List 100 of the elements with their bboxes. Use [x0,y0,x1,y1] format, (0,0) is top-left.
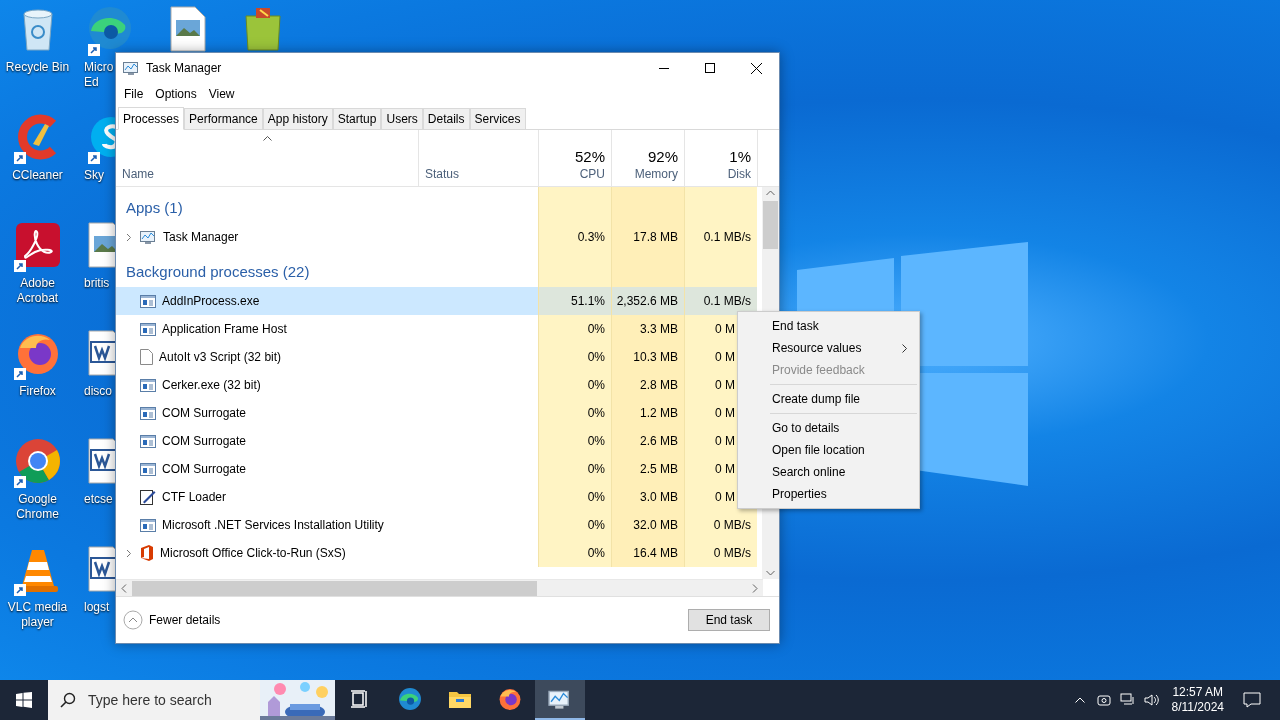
process-row[interactable]: Microsoft .NET Services Installation Utility [116,511,418,539]
icon-label: Sky [83,168,104,183]
usage-percent: 1% [729,148,751,165]
word-document-icon[interactable] [88,438,115,484]
folder-icon [448,689,472,709]
image-file-icon[interactable] [169,6,206,52]
process-name: AddInProcess.exe [162,294,260,308]
table-cell: 0.3% [538,223,611,251]
table-cell: 3.3 MB [611,315,684,343]
image-file-icon[interactable] [88,222,115,268]
icon-label: Micro [83,60,114,75]
column-header[interactable]: Status [425,167,460,181]
table-cell: 0% [538,427,611,455]
table-cell: 16.4 MB [611,539,684,567]
column-header[interactable]: Disk [727,167,751,181]
scrollbar-thumb[interactable] [763,201,778,249]
group-heading: Apps (1) [125,197,184,216]
table-cell: 0% [538,511,611,539]
table-cell: 0% [538,343,611,371]
icon-label: Acrobat [16,291,59,306]
end-task-button[interactable]: End task [688,609,770,631]
tab[interactable]: Services [469,108,526,129]
table-cell: 1.2 MB [611,399,684,427]
expand-chevron-icon[interactable] [126,548,132,558]
process-row[interactable]: COM Surrogate [116,427,418,455]
taskbar-button[interactable] [535,680,585,720]
word-document-icon[interactable] [88,546,115,592]
menu-item[interactable]: Options [149,87,203,101]
process-name: CTF Loader [162,490,227,504]
process-row[interactable]: AutoIt v3 Script (32 bit) [116,343,418,371]
acrobat-icon[interactable] [14,222,61,268]
monitor-chart-icon [548,688,572,710]
tab[interactable]: Performance [184,108,263,129]
tab[interactable]: Users [381,108,423,129]
icon-label: Google [18,492,57,507]
minimize-icon[interactable] [659,67,669,69]
icon-label: etcse [83,492,113,507]
webcam-icon[interactable] [1096,693,1111,707]
table-cell: 0 MB/s [684,539,757,567]
scrollbar-thumb[interactable] [132,580,537,596]
icon-label: player [21,615,54,630]
menu-item[interactable]: File [118,87,150,101]
table-cell: 0 MB/s [684,511,757,539]
column-header[interactable]: Memory [634,167,678,181]
icon-label: Chrome [16,507,59,522]
sort-caret-icon[interactable] [262,136,272,141]
table-cell: 0% [538,399,611,427]
monitor-chart-icon [123,60,140,76]
table-cell: 0% [538,483,611,511]
icon-label: Firefox [19,384,56,399]
table-cell: 10.3 MB [611,343,684,371]
process-name: Application Frame Host [162,322,287,336]
process-name: Cerker.exe (32 bit) [162,378,261,392]
table-cell: 2.8 MB [611,371,684,399]
tab[interactable]: Startup [332,108,382,129]
search-icon [60,692,76,708]
chrome-icon[interactable] [14,438,61,484]
menu-item[interactable]: View [202,87,241,101]
search-field[interactable]: Type here to search [48,680,260,720]
edge-icon [398,687,422,711]
tab[interactable]: Processes [118,107,185,130]
table-cell: 0% [538,371,611,399]
process-row[interactable]: Microsoft Office Click-to-Run (SxS) [116,539,418,567]
table-cell: 0.1 MB/s [684,287,757,315]
maximize-icon[interactable] [705,63,715,73]
process-row[interactable]: Task Manager [116,223,418,251]
icon-label: disco [83,384,112,399]
process-row[interactable]: CTF Loader [116,483,418,511]
volume-icon[interactable] [1143,693,1160,707]
icon-label: CCleaner [12,168,63,183]
clock[interactable]: 12:57 AM 8/11/2024 [1163,685,1232,715]
windows-logo-icon[interactable] [16,692,32,708]
column-header[interactable]: Name [122,167,154,181]
process-row[interactable]: Cerker.exe (32 bit) [116,371,418,399]
icon-label: Recycle Bin [5,60,70,75]
tab[interactable]: App history [262,108,333,129]
table-cell: 2.5 MB [611,455,684,483]
close-icon[interactable] [750,62,762,74]
word-document-icon[interactable] [88,330,115,376]
process-row[interactable]: COM Surrogate [116,455,418,483]
network-icon[interactable] [1119,693,1136,707]
process-name: AutoIt v3 Script (32 bit) [159,350,282,364]
window-title: Task Manager [146,61,223,75]
firefox-icon [498,687,522,711]
expand-chevron-icon[interactable] [126,232,132,242]
process-row[interactable]: AddInProcess.exe [116,287,418,315]
process-row[interactable]: Application Frame Host [116,315,418,343]
table-cell: 0.1 MB/s [684,223,757,251]
table-cell: 17.8 MB [611,223,684,251]
search-input[interactable]: Type here to search [86,691,260,709]
process-row[interactable]: COM Surrogate [116,399,418,427]
usage-percent: 92% [647,148,678,165]
fewer-details-link[interactable]: Fewer details [123,610,221,630]
chevron-up-icon[interactable] [1074,697,1085,703]
tab[interactable]: Details [422,108,470,129]
office-icon [140,545,154,561]
chevron-up-circle-icon [123,610,143,630]
notifications-icon[interactable] [1243,692,1261,708]
column-header[interactable]: CPU [579,167,605,181]
edge-icon[interactable] [88,6,132,50]
